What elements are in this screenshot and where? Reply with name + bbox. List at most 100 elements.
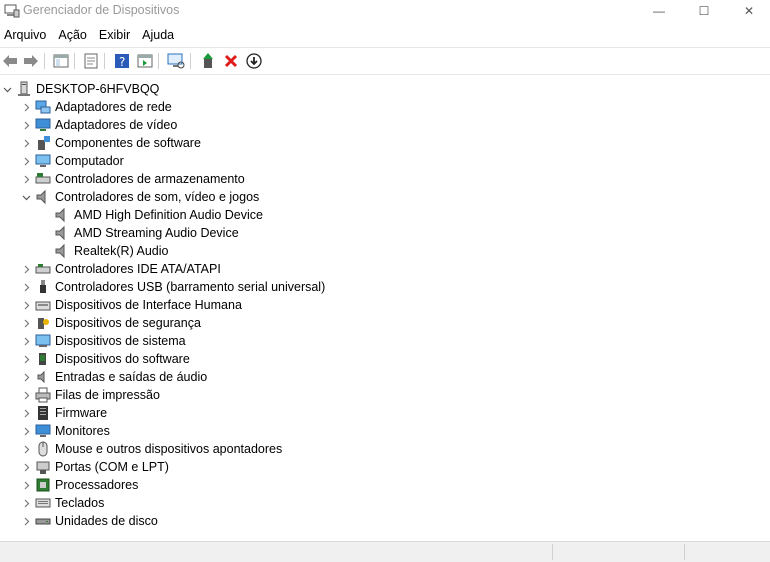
mouse-icon	[35, 441, 51, 457]
printer-icon	[35, 387, 51, 403]
disk-drive-icon	[35, 513, 51, 529]
expand-caret-icon[interactable]	[19, 386, 33, 404]
expand-caret-icon[interactable]	[19, 494, 33, 512]
tree-root-label: DESKTOP-6HFVBQQ	[36, 82, 160, 96]
tree-category[interactable]: Controladores USB (barramento serial uni…	[19, 278, 325, 296]
tree-device[interactable]: AMD High Definition Audio Device	[52, 206, 263, 224]
menu-arquivo[interactable]: Arquivo	[0, 28, 53, 42]
tree-category[interactable]: Dispositivos do software	[19, 350, 190, 368]
expand-caret-icon[interactable]	[19, 314, 33, 332]
close-button[interactable]: ✕	[726, 0, 770, 22]
tree-category[interactable]: Monitores	[19, 422, 110, 440]
tree-category[interactable]: Teclados	[19, 494, 104, 512]
software-component-icon	[35, 135, 51, 151]
tree-category-label: Portas (COM e LPT)	[55, 460, 169, 474]
minimize-button[interactable]: —	[636, 0, 682, 22]
tree-category[interactable]: Adaptadores de rede	[19, 98, 172, 116]
tree-device-label: Realtek(R) Audio	[74, 244, 169, 258]
tree-category-label: Dispositivos de sistema	[55, 334, 186, 348]
tree-category[interactable]: Controladores IDE ATA/ATAPI	[19, 260, 221, 278]
tree-device-label: AMD High Definition Audio Device	[74, 208, 263, 222]
tree-category-label: Teclados	[55, 496, 105, 510]
uninstall-icon[interactable]	[221, 51, 241, 71]
expand-caret-icon[interactable]	[19, 260, 33, 278]
tree-category-label: Computador	[55, 154, 124, 168]
tree-category[interactable]: Adaptadores de vídeo	[19, 116, 177, 134]
tree-category-label: Controladores de som, vídeo e jogos	[55, 190, 260, 204]
tree-category[interactable]: Controladores de armazenamento	[19, 170, 245, 188]
expand-caret-icon[interactable]	[19, 458, 33, 476]
action-pane-icon[interactable]	[135, 51, 155, 71]
tree-category[interactable]: Computador	[19, 152, 124, 170]
expand-caret-icon[interactable]	[19, 134, 33, 152]
tree-category[interactable]: Dispositivos de Interface Humana	[19, 296, 242, 314]
tree-category[interactable]: Firmware	[19, 404, 107, 422]
security-device-icon	[35, 315, 51, 331]
tree-category[interactable]: Dispositivos de segurança	[19, 314, 201, 332]
expand-caret-icon[interactable]	[19, 152, 33, 170]
back-icon[interactable]	[0, 51, 20, 71]
collapse-caret-icon[interactable]	[19, 188, 33, 206]
tree-category[interactable]: Portas (COM e LPT)	[19, 458, 169, 476]
expand-caret-icon[interactable]	[19, 350, 33, 368]
firmware-icon	[35, 405, 51, 421]
tree-device[interactable]: AMD Streaming Audio Device	[52, 224, 239, 242]
tree-category-label: Adaptadores de rede	[55, 100, 172, 114]
expand-caret-icon[interactable]	[19, 422, 33, 440]
collapse-caret-icon[interactable]	[0, 80, 14, 98]
status-bar	[0, 541, 770, 562]
tree-category-label: Filas de impressão	[55, 388, 160, 402]
expand-caret-icon[interactable]	[19, 116, 33, 134]
update-driver-icon[interactable]	[198, 51, 218, 71]
expand-caret-icon[interactable]	[19, 296, 33, 314]
expand-caret-icon[interactable]	[19, 404, 33, 422]
help-icon[interactable]: ?	[112, 51, 132, 71]
software-device-icon	[35, 351, 51, 367]
expand-caret-icon[interactable]	[19, 98, 33, 116]
usb-icon	[35, 279, 51, 295]
tree-category[interactable]: Entradas e saídas de áudio	[19, 368, 207, 386]
tree-category-label: Componentes de software	[55, 136, 201, 150]
keyboard-icon	[35, 495, 51, 511]
properties-icon[interactable]	[81, 51, 101, 71]
expand-caret-icon[interactable]	[19, 278, 33, 296]
expand-caret-icon[interactable]	[19, 170, 33, 188]
tree-category[interactable]: Mouse e outros dispositivos apontadores	[19, 440, 282, 458]
window-title: Gerenciador de Dispositivos	[23, 3, 180, 17]
ide-controller-icon	[35, 261, 51, 277]
tree-category[interactable]: Dispositivos de sistema	[19, 332, 186, 350]
disable-device-icon[interactable]	[244, 51, 264, 71]
tree-root[interactable]: DESKTOP-6HFVBQQ	[0, 80, 159, 98]
title-bar: Gerenciador de Dispositivos — ☐ ✕	[0, 0, 770, 24]
tree-category[interactable]: Unidades de disco	[19, 512, 158, 530]
display-adapter-icon	[35, 117, 51, 133]
tree-device[interactable]: Realtek(R) Audio	[52, 242, 169, 260]
tree-category[interactable]: Filas de impressão	[19, 386, 160, 404]
tree-category-label: Firmware	[55, 406, 108, 420]
tree-category[interactable]: Processadores	[19, 476, 138, 494]
expand-caret-icon[interactable]	[19, 368, 33, 386]
tree-category[interactable]: Componentes de software	[19, 134, 201, 152]
expand-caret-icon[interactable]	[19, 332, 33, 350]
scan-hardware-icon[interactable]	[166, 51, 186, 71]
toolbar: ?	[0, 47, 770, 75]
show-hide-console-tree-icon[interactable]	[51, 51, 71, 71]
menu-ajuda[interactable]: Ajuda	[137, 28, 181, 42]
computer-icon	[35, 153, 51, 169]
forward-icon[interactable]	[21, 51, 41, 71]
expand-caret-icon[interactable]	[19, 440, 33, 458]
expand-caret-icon[interactable]	[19, 512, 33, 530]
tree-category-label: Dispositivos de segurança	[55, 316, 201, 330]
system-device-icon	[35, 333, 51, 349]
maximize-button[interactable]: ☐	[681, 0, 727, 22]
hid-icon	[35, 297, 51, 313]
expand-caret-icon[interactable]	[19, 476, 33, 494]
processor-icon	[35, 477, 51, 493]
menu-exibir[interactable]: Exibir	[94, 28, 137, 42]
tree-category-label: Monitores	[55, 424, 110, 438]
menu-acao[interactable]: Ação	[53, 28, 94, 42]
menu-bar: Arquivo Ação Exibir Ajuda	[0, 25, 770, 45]
tree-category[interactable]: Controladores de som, vídeo e jogos	[19, 188, 259, 206]
audio-io-icon	[35, 369, 51, 385]
tree-category-label: Controladores USB (barramento serial uni…	[55, 280, 326, 294]
